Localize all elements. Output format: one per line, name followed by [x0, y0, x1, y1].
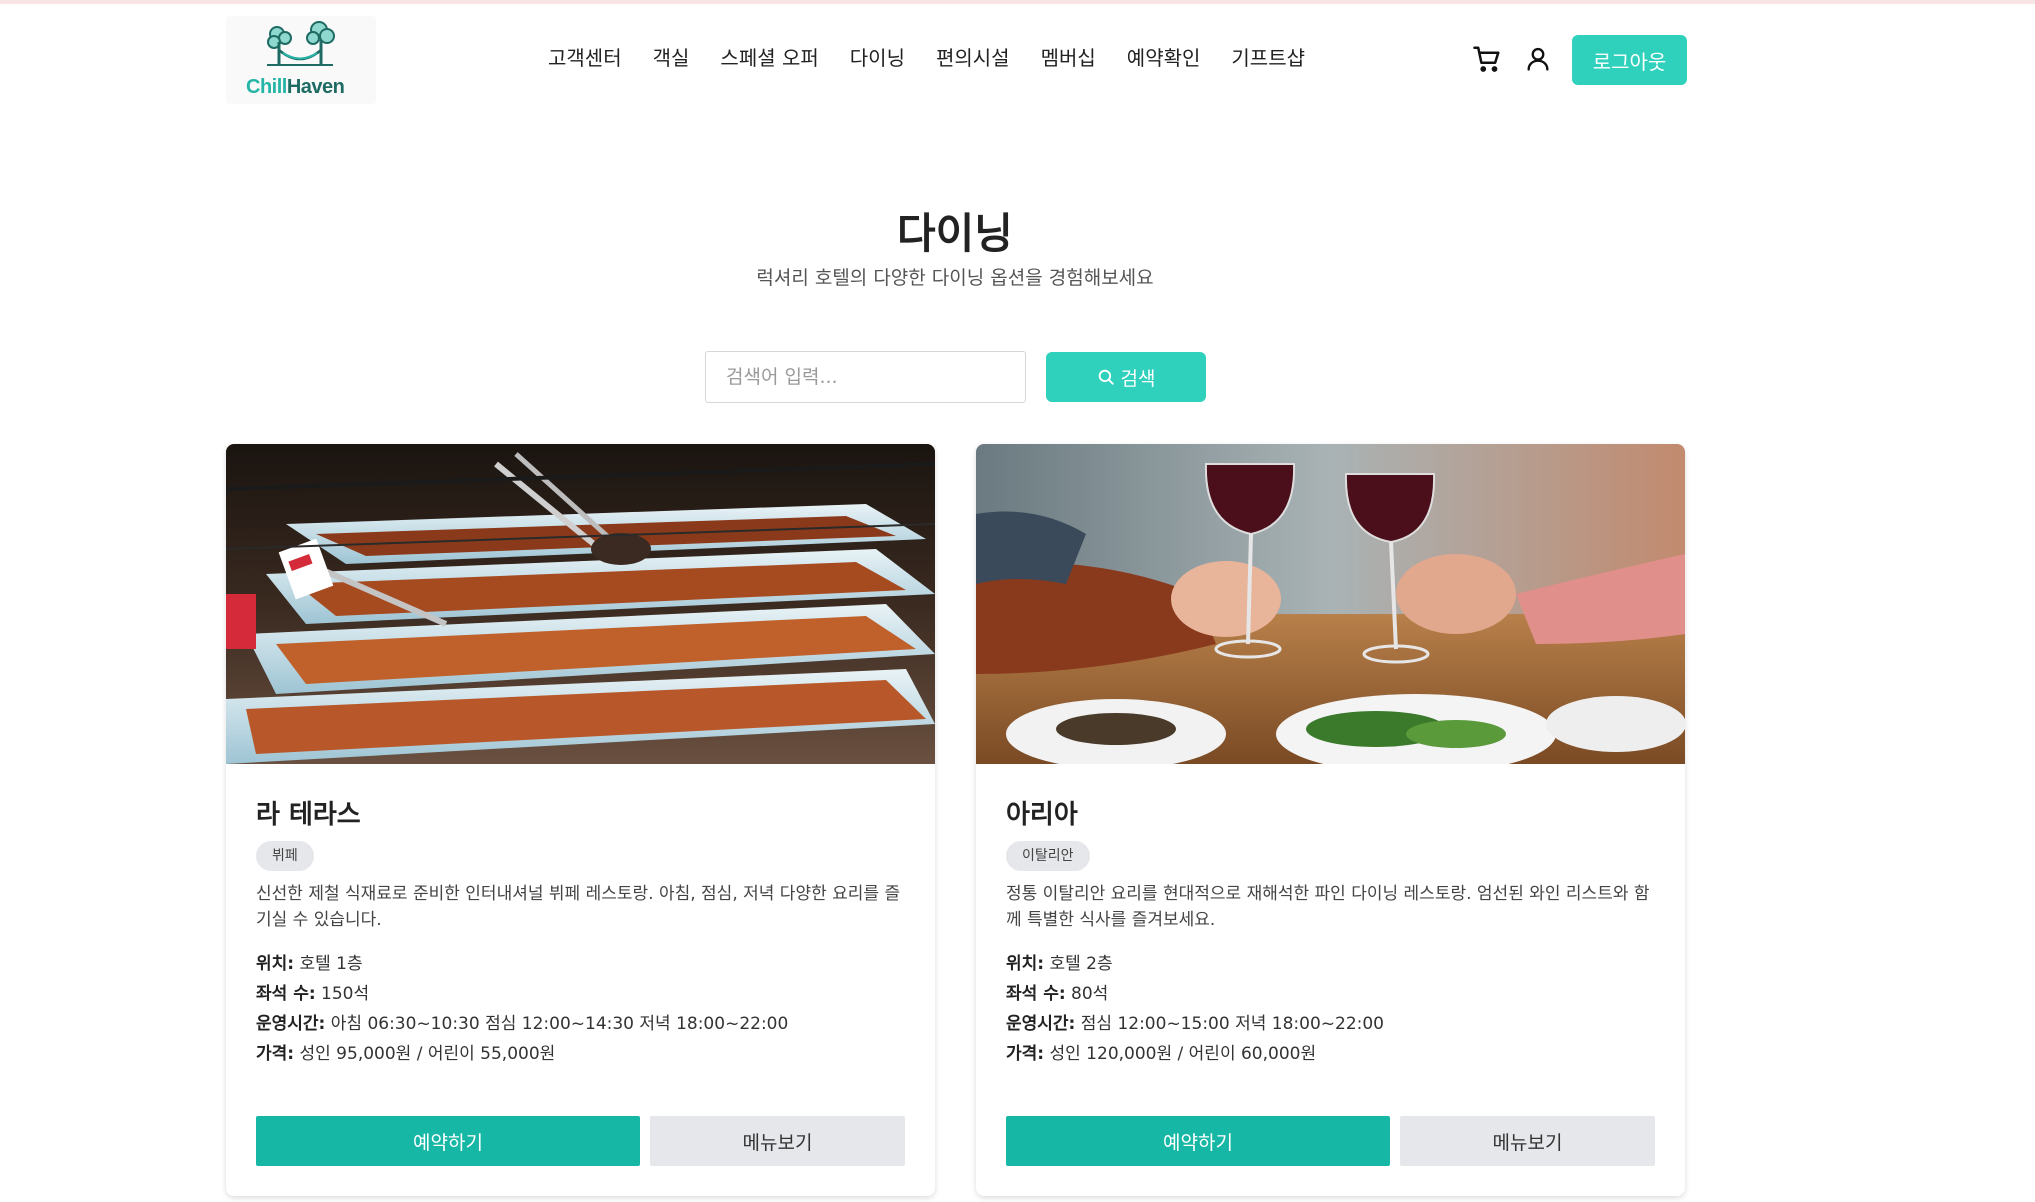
info-price-label: 가격:	[1006, 1044, 1045, 1064]
brand-logo[interactable]: ChillHaven	[226, 16, 376, 104]
restaurant-description: 정통 이탈리안 요리를 현대적으로 재해석한 파인 다이닝 레스토랑. 엄선된 …	[1006, 884, 1650, 930]
info-seats-value: 150석	[321, 984, 370, 1004]
info-hours-label: 운영시간:	[256, 1014, 326, 1034]
logo-trees-icon	[267, 21, 335, 66]
page-title: 다이닝	[897, 209, 1013, 258]
view-menu-button[interactable]: 메뉴보기	[650, 1116, 905, 1166]
info-seats-value: 80석	[1071, 984, 1109, 1004]
info-location-value: 호텔 2층	[1049, 954, 1113, 974]
restaurant-image-buffet	[226, 444, 935, 764]
info-seats-label: 좌석 수:	[256, 984, 316, 1004]
restaurant-description: 신선한 제철 식재료로 준비한 인터내셔널 뷔페 레스토랑. 아침, 점심, 저…	[256, 884, 901, 930]
info-price-label: 가격:	[256, 1044, 295, 1064]
restaurant-name: 아리아	[1006, 800, 1078, 830]
search-icon	[1098, 369, 1114, 385]
nav-item-special-offer[interactable]: 스페셜 오퍼	[720, 42, 818, 71]
info-hours-label: 운영시간:	[1006, 1014, 1076, 1034]
cart-icon[interactable]	[1472, 44, 1502, 78]
info-hours: 운영시간: 점심 12:00~15:00 저녁 18:00~22:00	[1006, 1009, 1384, 1039]
info-location-label: 위치:	[256, 954, 295, 974]
nav-item-reservation-check[interactable]: 예약확인	[1127, 42, 1201, 71]
restaurant-card: 아리아 이탈리안 정통 이탈리안 요리를 현대적으로 재해석한 파인 다이닝 레…	[976, 444, 1685, 1196]
info-location-label: 위치:	[1006, 954, 1045, 974]
page-subtitle: 럭셔리 호텔의 다양한 다이닝 옵션을 경험해보세요	[756, 267, 1154, 289]
info-location-value: 호텔 1층	[299, 954, 363, 974]
search-button-label: 검색	[1120, 367, 1156, 390]
cuisine-tag: 뷔페	[256, 841, 314, 871]
logout-button[interactable]: 로그아웃	[1572, 35, 1687, 85]
brand-name-part2: Haven	[286, 76, 345, 98]
info-seats: 좌석 수: 80석	[1006, 979, 1384, 1009]
search-input[interactable]	[705, 351, 1026, 403]
info-location: 위치: 호텔 2층	[1006, 949, 1384, 979]
site-header: ChillHaven 고객센터 객실 스페셜 오퍼 다이닝 편의시설 멤버십 예…	[0, 4, 2035, 106]
info-location: 위치: 호텔 1층	[256, 949, 788, 979]
nav-item-customer-center[interactable]: 고객센터	[548, 42, 622, 71]
nav-item-membership[interactable]: 멤버십	[1041, 42, 1096, 71]
info-hours-value: 아침 06:30~10:30 점심 12:00~14:30 저녁 18:00~2…	[330, 1014, 789, 1034]
restaurant-image-wine	[976, 444, 1685, 764]
restaurant-info: 위치: 호텔 1층 좌석 수: 150석 운영시간: 아침 06:30~10:3…	[256, 949, 788, 1069]
main-nav: 고객센터 객실 스페셜 오퍼 다이닝 편의시설 멤버십 예약확인 기프트샵	[548, 42, 1305, 71]
nav-item-rooms[interactable]: 객실	[653, 42, 690, 71]
info-price-value: 성인 120,000원 / 어린이 60,000원	[1049, 1044, 1317, 1064]
info-hours-value: 점심 12:00~15:00 저녁 18:00~22:00	[1080, 1014, 1384, 1034]
brand-name: ChillHaven	[246, 76, 345, 99]
restaurant-card: 라 테라스 뷔페 신선한 제철 식재료로 준비한 인터내셔널 뷔페 레스토랑. …	[226, 444, 935, 1196]
restaurant-name: 라 테라스	[256, 800, 361, 830]
reserve-button[interactable]: 예약하기	[256, 1116, 640, 1166]
view-menu-button[interactable]: 메뉴보기	[1400, 1116, 1655, 1166]
nav-item-dining[interactable]: 다이닝	[850, 42, 905, 71]
nav-item-facilities[interactable]: 편의시설	[936, 42, 1010, 71]
info-seats-label: 좌석 수:	[1006, 984, 1066, 1004]
cuisine-tag: 이탈리안	[1006, 841, 1090, 871]
user-icon[interactable]	[1524, 44, 1552, 78]
search-button[interactable]: 검색	[1046, 352, 1206, 402]
info-seats: 좌석 수: 150석	[256, 979, 788, 1009]
brand-name-part1: Chill	[246, 76, 287, 98]
info-price-value: 성인 95,000원 / 어린이 55,000원	[299, 1044, 556, 1064]
reserve-button[interactable]: 예약하기	[1006, 1116, 1390, 1166]
nav-item-gift-shop[interactable]: 기프트샵	[1231, 42, 1305, 71]
info-hours: 운영시간: 아침 06:30~10:30 점심 12:00~14:30 저녁 1…	[256, 1009, 788, 1039]
info-price: 가격: 성인 95,000원 / 어린이 55,000원	[256, 1039, 788, 1069]
restaurant-info: 위치: 호텔 2층 좌석 수: 80석 운영시간: 점심 12:00~15:00…	[1006, 949, 1384, 1069]
info-price: 가격: 성인 120,000원 / 어린이 60,000원	[1006, 1039, 1384, 1069]
